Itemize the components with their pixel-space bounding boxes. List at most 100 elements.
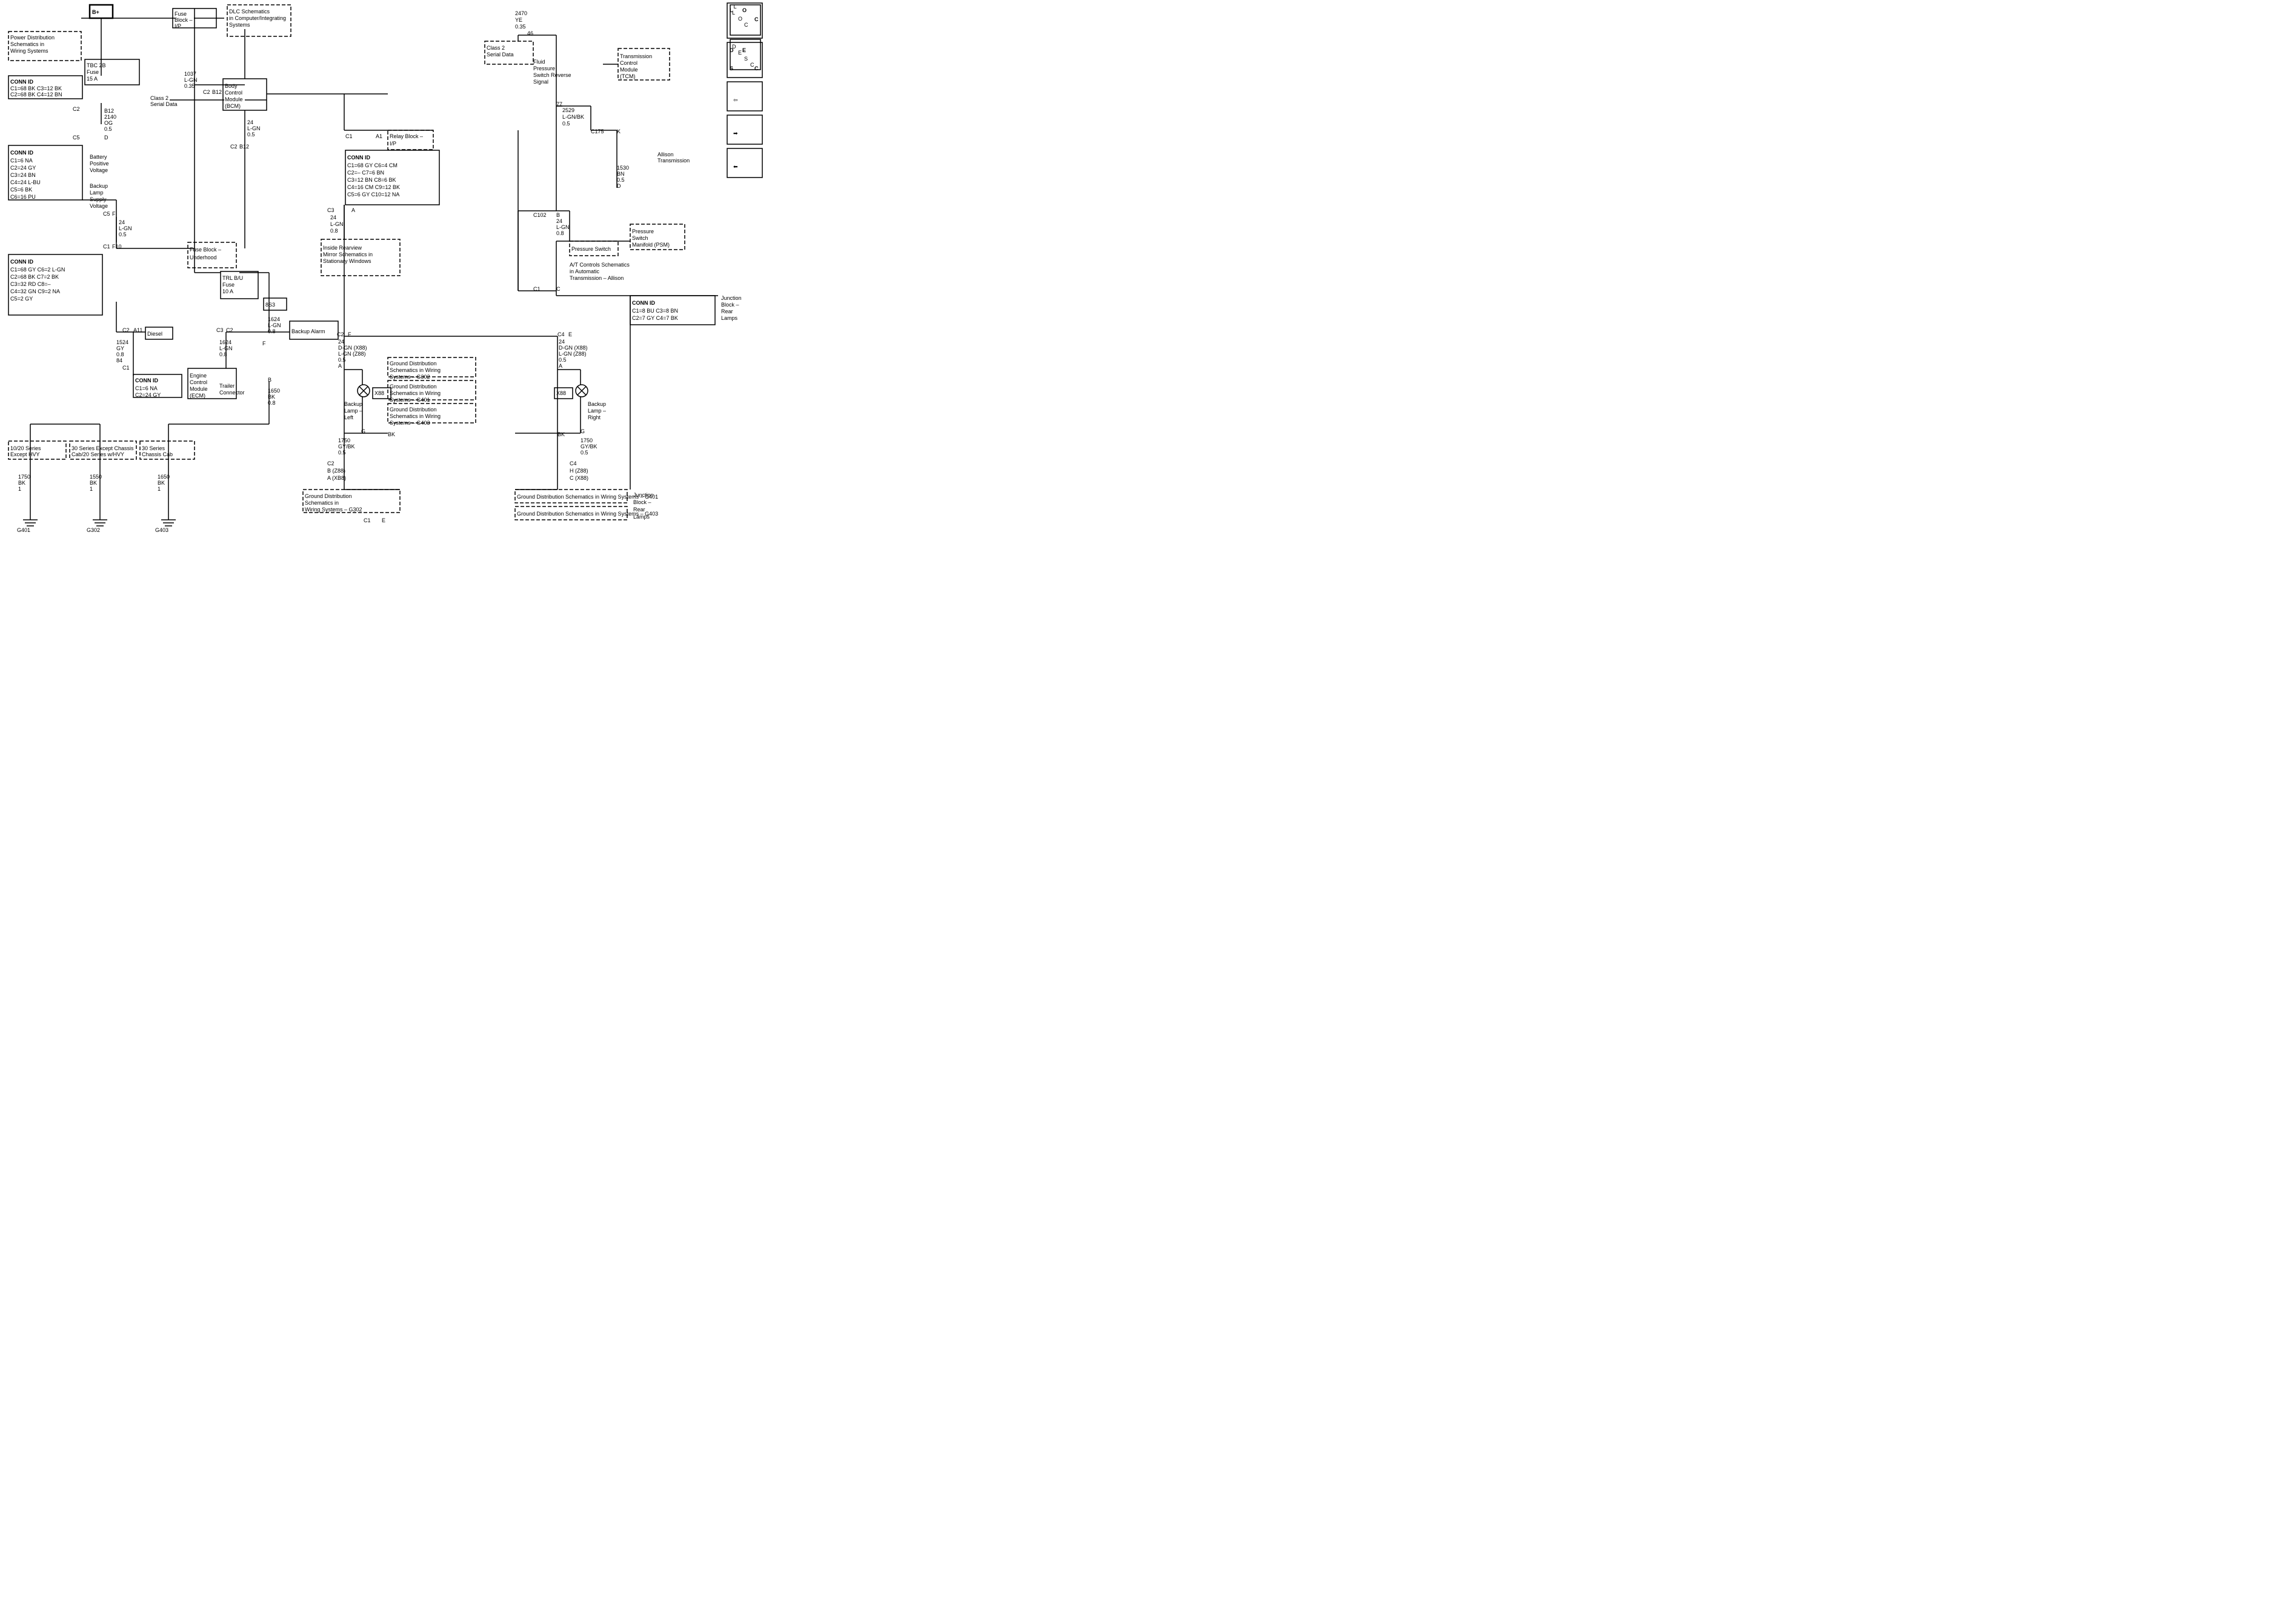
- svg-text:(ECM): (ECM): [190, 393, 205, 399]
- svg-text:2470: 2470: [515, 10, 527, 16]
- svg-text:O: O: [742, 7, 747, 13]
- svg-text:D: D: [104, 134, 108, 141]
- svg-text:➡: ➡: [733, 130, 738, 136]
- svg-text:C5=6 GY C10=12 NA: C5=6 GY C10=12 NA: [347, 191, 399, 198]
- svg-text:C1=68 GY C6=4 CM: C1=68 GY C6=4 CM: [347, 162, 398, 168]
- svg-text:Transmission: Transmission: [620, 53, 652, 59]
- svg-text:Underhood: Underhood: [190, 254, 217, 261]
- svg-text:C5: C5: [103, 211, 110, 217]
- svg-text:C1: C1: [103, 244, 110, 250]
- svg-text:Ground Distribution: Ground Distribution: [390, 407, 437, 413]
- svg-text:1: 1: [90, 486, 93, 492]
- svg-text:1750: 1750: [18, 474, 30, 480]
- svg-text:C2=– C7=6 BN: C2=– C7=6 BN: [347, 170, 384, 176]
- svg-text:Transmission: Transmission: [657, 158, 690, 164]
- svg-text:C2: C2: [203, 89, 210, 95]
- svg-text:⬅: ⬅: [733, 164, 738, 170]
- svg-text:Ground Distribution: Ground Distribution: [390, 384, 437, 390]
- svg-text:C3=12 BN C8=6 BK: C3=12 BN C8=6 BK: [347, 177, 396, 183]
- svg-text:L-GN: L-GN: [247, 125, 261, 131]
- svg-text:Lamp –: Lamp –: [344, 408, 362, 414]
- svg-text:C5=2 GY: C5=2 GY: [10, 296, 33, 302]
- svg-text:Rear: Rear: [721, 308, 733, 314]
- svg-text:Stationary Windows: Stationary Windows: [323, 258, 371, 264]
- svg-text:0.5: 0.5: [119, 231, 127, 237]
- svg-text:Control: Control: [190, 379, 207, 385]
- svg-text:D-GN (X88): D-GN (X88): [338, 345, 367, 351]
- svg-text:1624: 1624: [268, 316, 280, 322]
- svg-text:Switch Reverse: Switch Reverse: [533, 72, 571, 78]
- svg-text:Ground Distribution: Ground Distribution: [390, 360, 437, 367]
- svg-text:0.35: 0.35: [184, 83, 195, 89]
- svg-text:in Automatic: in Automatic: [570, 268, 600, 274]
- svg-text:Schematics in: Schematics in: [10, 41, 44, 47]
- svg-text:24: 24: [338, 339, 344, 345]
- svg-text:Systems – G302: Systems – G302: [390, 374, 430, 380]
- svg-text:BK: BK: [557, 431, 565, 437]
- svg-text:L-GN (Z88): L-GN (Z88): [338, 351, 366, 357]
- svg-text:C2=68 BK C4=12 BN: C2=68 BK C4=12 BN: [10, 91, 62, 98]
- svg-text:C: C: [750, 62, 754, 68]
- svg-text:S: S: [730, 65, 733, 71]
- svg-text:C: C: [754, 65, 759, 71]
- svg-text:1750: 1750: [581, 437, 593, 443]
- svg-text:C2=24 GY: C2=24 GY: [10, 165, 36, 171]
- svg-text:GY/BK: GY/BK: [338, 443, 355, 450]
- svg-text:1: 1: [18, 486, 21, 492]
- svg-text:C2: C2: [230, 144, 238, 150]
- svg-text:0.5: 0.5: [104, 126, 112, 132]
- svg-text:Class 2: Class 2: [487, 45, 505, 51]
- svg-text:Fluid: Fluid: [533, 59, 545, 65]
- svg-text:Backup: Backup: [588, 401, 606, 407]
- svg-text:0.5: 0.5: [559, 357, 567, 363]
- svg-text:Serial Data: Serial Data: [487, 51, 514, 58]
- svg-text:0.5: 0.5: [617, 177, 625, 183]
- svg-text:Lamp –: Lamp –: [588, 408, 606, 414]
- svg-text:Rear: Rear: [633, 506, 645, 513]
- svg-text:C3: C3: [327, 207, 334, 213]
- svg-text:C3: C3: [216, 327, 224, 333]
- svg-text:Fuse: Fuse: [222, 282, 235, 288]
- svg-text:E: E: [742, 47, 746, 53]
- svg-text:BK: BK: [158, 480, 165, 486]
- svg-text:C2=68 BK C7=2 BK: C2=68 BK C7=2 BK: [10, 274, 59, 280]
- svg-text:L-GN: L-GN: [184, 77, 198, 83]
- svg-text:Diesel: Diesel: [147, 331, 162, 337]
- svg-text:0.35: 0.35: [515, 24, 526, 30]
- svg-text:C1=8 BU C3=8 BN: C1=8 BU C3=8 BN: [632, 308, 678, 314]
- svg-text:C5: C5: [73, 134, 80, 141]
- svg-text:1524: 1524: [116, 339, 128, 345]
- b-plus-label: B+: [92, 9, 99, 15]
- svg-text:C2=24 GY: C2=24 GY: [135, 392, 161, 398]
- svg-text:A: A: [338, 363, 342, 369]
- svg-text:G: G: [581, 428, 585, 434]
- svg-text:Manifold (PSM): Manifold (PSM): [632, 242, 670, 248]
- svg-text:Fuse: Fuse: [175, 11, 187, 17]
- svg-text:BK: BK: [388, 431, 395, 437]
- svg-text:Wiring Systems: Wiring Systems: [10, 48, 48, 54]
- svg-text:G403: G403: [155, 527, 168, 533]
- svg-text:Schematics in Wiring: Schematics in Wiring: [390, 367, 441, 373]
- svg-text:Switch: Switch: [632, 235, 648, 241]
- svg-text:24: 24: [119, 219, 125, 225]
- svg-text:C3=24 BN: C3=24 BN: [10, 172, 36, 178]
- svg-text:Wiring Systems – G302: Wiring Systems – G302: [305, 506, 362, 513]
- svg-text:1624: 1624: [219, 339, 231, 345]
- svg-text:Class 2: Class 2: [150, 95, 168, 101]
- svg-text:CONN ID: CONN ID: [632, 300, 656, 306]
- diagram-container: B+ Fuse Block – I/P DLC Schematics in Co…: [0, 0, 765, 538]
- svg-text:Schematics in Wiring: Schematics in Wiring: [390, 413, 441, 419]
- svg-text:Fuse: Fuse: [87, 69, 99, 75]
- svg-text:C102: C102: [533, 212, 547, 218]
- svg-text:D: D: [617, 183, 621, 189]
- svg-text:Pressure: Pressure: [632, 228, 654, 234]
- svg-text:1650: 1650: [268, 388, 280, 394]
- svg-text:Lamps: Lamps: [721, 315, 738, 321]
- svg-text:0.8: 0.8: [556, 230, 564, 236]
- svg-text:Block –: Block –: [633, 499, 651, 505]
- svg-text:Backup: Backup: [90, 183, 108, 189]
- svg-text:Positive: Positive: [90, 161, 109, 167]
- svg-text:Connector: Connector: [219, 390, 245, 396]
- svg-text:10/20 Series: 10/20 Series: [10, 445, 41, 451]
- svg-text:GY/BK: GY/BK: [581, 443, 597, 450]
